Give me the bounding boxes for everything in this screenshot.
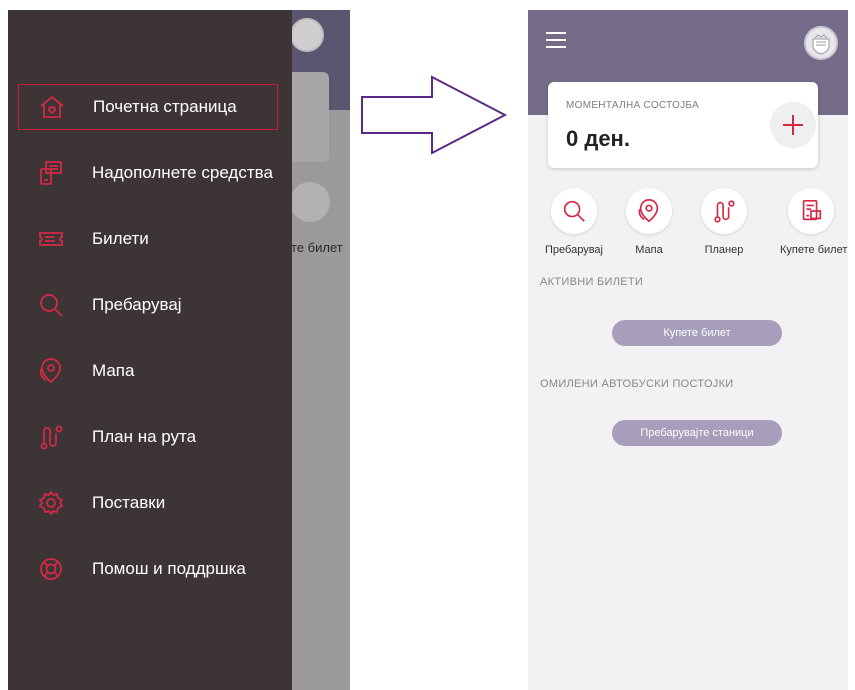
dimmed-buy-ticket-label: те билет	[291, 240, 343, 255]
balance-title: МОМЕНТАЛНА СОСТОЈБА	[566, 100, 700, 111]
buy-ticket-icon	[788, 188, 834, 234]
active-tickets-title: АКТИВНИ БИЛЕТИ	[540, 276, 644, 288]
drawer-item-settings[interactable]: Поставки	[18, 480, 278, 526]
route-icon	[34, 420, 68, 454]
route-icon	[701, 188, 747, 234]
lifebuoy-icon	[34, 552, 68, 586]
home-screen: МОМЕНТАЛНА СОСТОЈБА 0 ден. Пребарувај Ма…	[528, 10, 848, 690]
search-icon	[551, 188, 597, 234]
home-icon	[35, 90, 69, 124]
city-crest-icon	[812, 34, 830, 55]
search-stations-button[interactable]: Пребарувајте станици	[612, 420, 782, 446]
buy-ticket-button[interactable]: Купете билет	[612, 320, 782, 346]
app-logo	[290, 18, 324, 52]
drawer-item-map[interactable]: Мапа	[18, 348, 278, 394]
buy-ticket-icon	[290, 182, 330, 222]
quick-action-planner[interactable]: Планер	[693, 188, 755, 256]
app-logo	[804, 26, 838, 60]
drawer-item-label: Мапа	[92, 361, 135, 380]
drawer-screen: те билет Почетна страница Надополнете ср…	[8, 10, 350, 690]
drawer-item-top-up[interactable]: Надополнете средства	[18, 150, 278, 196]
drawer-item-help[interactable]: Помош и поддршка	[18, 546, 278, 592]
menu-icon[interactable]	[546, 32, 566, 48]
drawer-item-label: Помош и поддршка	[92, 559, 246, 578]
search-icon	[34, 288, 68, 322]
gear-icon	[34, 486, 68, 520]
map-pin-icon	[626, 188, 672, 234]
favorite-stops-title: ОМИЛЕНИ АВТОБУСКИ ПОСТОЈКИ	[540, 378, 734, 390]
balance-value: 0 ден.	[566, 126, 630, 151]
add-funds-button[interactable]	[770, 102, 816, 148]
ticket-icon	[34, 222, 68, 256]
drawer-item-home[interactable]: Почетна страница	[18, 84, 278, 130]
quick-action-search[interactable]: Пребарувај	[543, 188, 605, 256]
quick-action-label: Планер	[704, 244, 744, 256]
quick-action-buy-ticket[interactable]: Купете билет	[780, 188, 848, 256]
drawer-item-label: Почетна страница	[93, 97, 237, 116]
transition-arrow-icon	[361, 75, 508, 155]
drawer-item-label: План на рута	[92, 427, 197, 446]
drawer-item-label: Пребарувај	[92, 295, 182, 314]
top-up-icon	[34, 156, 68, 190]
quick-action-label: Мапа	[635, 244, 663, 256]
balance-card: МОМЕНТАЛНА СОСТОЈБА 0 ден.	[548, 82, 818, 168]
navigation-drawer: Почетна страница Надополнете средства Би…	[8, 10, 292, 690]
drawer-item-label: Билети	[92, 229, 149, 248]
quick-action-map[interactable]: Мапа	[618, 188, 680, 256]
map-pin-icon	[34, 354, 68, 388]
quick-action-label: Пребарувај	[545, 244, 603, 256]
drawer-item-label: Поставки	[92, 493, 166, 512]
drawer-item-tickets[interactable]: Билети	[18, 216, 278, 262]
drawer-item-route-plan[interactable]: План на рута	[18, 414, 278, 460]
drawer-item-search[interactable]: Пребарувај	[18, 282, 278, 328]
drawer-item-label: Надополнете средства	[92, 163, 273, 182]
quick-action-label: Купете билет	[780, 244, 848, 256]
